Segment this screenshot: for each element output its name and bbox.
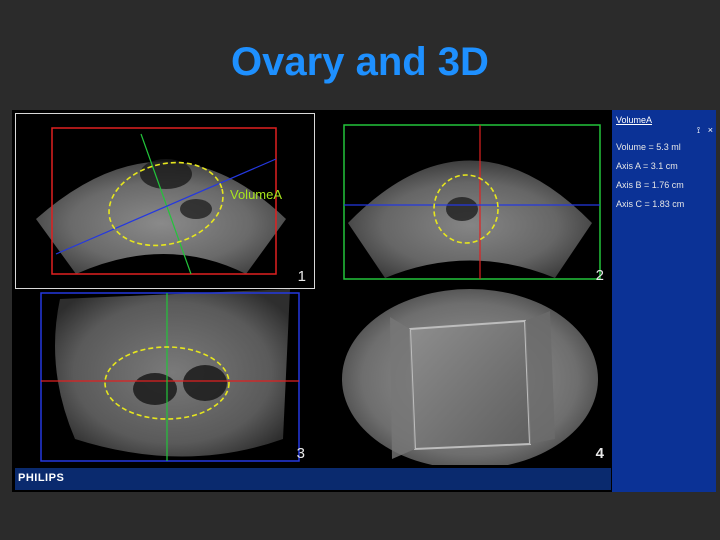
pane-number: 2 (595, 267, 604, 284)
measurement-panel: VolumeA ⟟ × Volume = 5.3 ml Axis A = 3.1… (612, 110, 716, 492)
scan-sector (55, 289, 290, 457)
pane-2-image (343, 124, 601, 280)
follicle (183, 365, 227, 401)
pane-3[interactable]: 3 (15, 289, 313, 465)
volume-label: VolumeA (230, 187, 283, 202)
pane-number: 3 (296, 445, 305, 462)
axis-c-measurement: Axis C = 1.83 cm (616, 199, 685, 209)
axis-a-measurement: Axis A = 3.1 cm (616, 161, 678, 171)
pane-1[interactable]: VolumeA 1 (15, 113, 315, 289)
follicle (133, 373, 177, 405)
pane-number: 1 (297, 268, 306, 285)
status-bar: PHILIPS (15, 468, 611, 490)
philips-logo: PHILIPS (18, 472, 65, 484)
measurement-header[interactable]: VolumeA (616, 115, 652, 125)
pane-4-3d[interactable]: 4 (330, 289, 612, 465)
pane-3-image (40, 289, 300, 462)
pane-4-image (342, 289, 598, 465)
render-cube-face (408, 319, 532, 451)
pane-2[interactable]: 2 (330, 113, 612, 287)
axis-b-measurement: Axis B = 1.76 cm (616, 180, 684, 190)
volume-measurement: Volume = 5.3 ml (616, 142, 681, 152)
measurement-list: Volume = 5.3 ml Axis A = 3.1 cm Axis B =… (616, 138, 684, 214)
follicle (180, 199, 212, 219)
pane-number: 4 (595, 445, 604, 462)
render-cube-side (525, 311, 555, 444)
ultrasound-viewer: VolumeA 1 2 3 4 PHILIPS VolumeA ⟟ × Volu… (12, 110, 716, 492)
close-icon[interactable]: × (708, 125, 713, 135)
follicle (446, 197, 478, 221)
panel-icons: ⟟ × (692, 125, 713, 136)
pin-icon[interactable]: ⟟ (697, 125, 700, 135)
slide-title: Ovary and 3D (231, 40, 489, 84)
